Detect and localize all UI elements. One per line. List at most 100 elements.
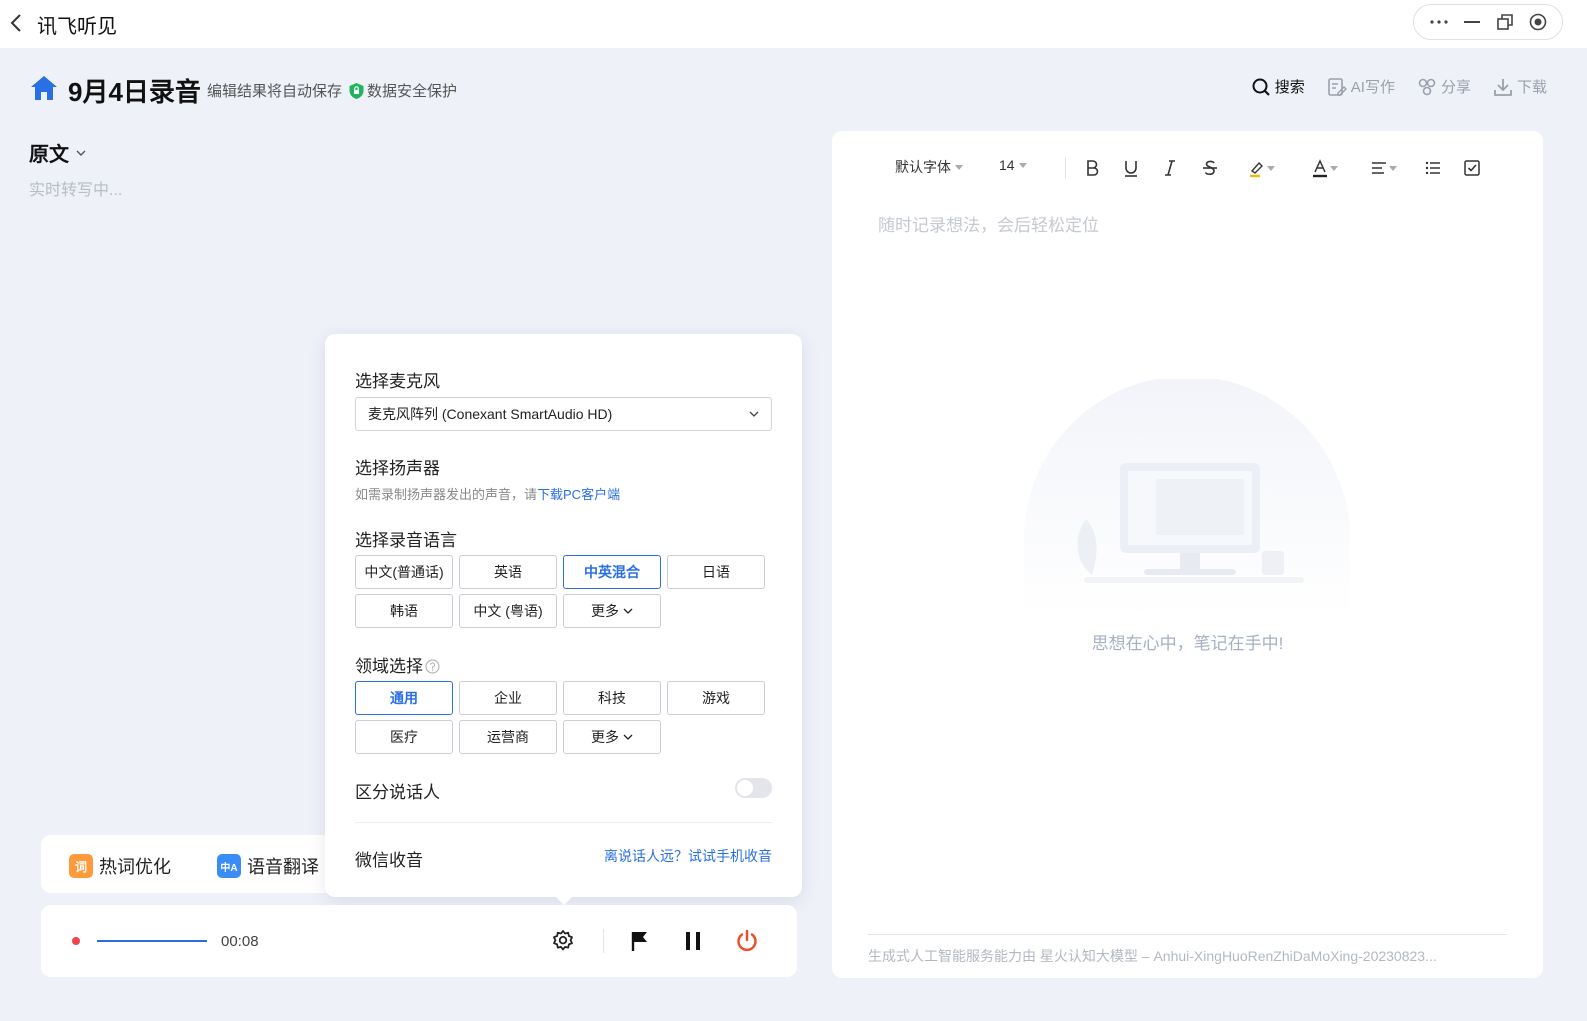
align-left-icon	[1372, 162, 1386, 174]
hotword-label: 热词优化	[99, 857, 171, 877]
app-title: 讯飞听见	[37, 16, 117, 38]
autosave-note: 编辑结果将自动保存	[207, 83, 343, 100]
speaker-separation-label: 区分说话人	[355, 783, 440, 802]
header-actions: 搜索 AI写作 分享 下载	[1251, 76, 1547, 97]
empty-notes-illustration	[1024, 379, 1350, 619]
domain-option-label: 运营商	[487, 729, 529, 745]
domain-option[interactable]: 科技	[563, 681, 661, 715]
mic-label: 选择麦克风	[355, 372, 440, 391]
bold-button[interactable]	[1077, 153, 1107, 183]
bullet-list-button[interactable]	[1418, 153, 1448, 183]
share-button[interactable]: 分享	[1417, 76, 1471, 97]
strikethrough-icon	[1203, 160, 1217, 175]
speaker-hint-text: 如需录制扬声器发出的声音，请	[355, 487, 538, 502]
download-button[interactable]: 下载	[1493, 76, 1547, 97]
domain-option-label: 科技	[598, 690, 626, 706]
settings-button[interactable]	[549, 927, 577, 955]
lang-option[interactable]: 中文 (粤语)	[459, 594, 557, 628]
caret-down-icon	[1330, 165, 1338, 171]
phone-recording-link[interactable]: 离说话人远？试试手机收音	[604, 846, 772, 866]
language-label: 选择录音语言	[355, 531, 457, 550]
mark-button[interactable]	[626, 927, 654, 955]
lang-option[interactable]: 中英混合	[563, 555, 661, 589]
pause-button[interactable]	[679, 927, 707, 955]
feature-bar: 词 热词优化 中A 语音翻译	[41, 835, 341, 893]
speaker-label: 选择扬声器	[355, 459, 440, 478]
mic-select[interactable]: 麦克风阵列 (Conexant SmartAudio HD)	[355, 397, 772, 431]
lang-option[interactable]: 日语	[667, 555, 765, 589]
recording-time: 00:08	[221, 933, 259, 950]
minimize-icon[interactable]	[1461, 11, 1483, 33]
strikethrough-button[interactable]	[1195, 153, 1225, 183]
view-mode-label: 原文	[29, 144, 69, 166]
align-button[interactable]	[1363, 153, 1403, 183]
document-title[interactable]: 9月4日录音	[68, 72, 201, 109]
model-attribution: 生成式人工智能服务能力由 星火认知大模型 – Anhui-XingHuoRenZ…	[868, 948, 1437, 964]
font-size-select[interactable]: 14	[999, 157, 1027, 173]
lang-option[interactable]: 中文(普通话)	[355, 555, 453, 589]
font-size-value: 14	[999, 157, 1015, 173]
help-icon[interactable]	[425, 659, 440, 674]
domain-option[interactable]: 运营商	[459, 720, 557, 754]
underline-icon	[1125, 161, 1137, 177]
domain-option[interactable]: 医疗	[355, 720, 453, 754]
home-icon[interactable]	[30, 74, 58, 102]
caret-down-icon	[1267, 165, 1275, 171]
checklist-button[interactable]	[1457, 153, 1487, 183]
lang-option-label: 中文(普通话)	[364, 564, 444, 580]
domain-option-label: 通用	[390, 690, 418, 706]
hotword-icon: 词	[69, 854, 93, 878]
underline-button[interactable]	[1116, 153, 1146, 183]
gear-icon	[553, 930, 573, 951]
divider	[868, 934, 1507, 935]
speaker-hint: 如需录制扬声器发出的声音，请下载PC客户端	[355, 484, 620, 503]
record-target-icon[interactable]	[1527, 11, 1549, 33]
view-mode-dropdown[interactable]: 原文	[29, 138, 87, 167]
download-icon	[1494, 78, 1512, 96]
mic-value: 麦克风阵列 (Conexant SmartAudio HD)	[368, 406, 613, 422]
separator	[603, 929, 604, 953]
more-icon[interactable]	[1428, 11, 1450, 33]
lang-more-button[interactable]: 更多	[563, 594, 661, 628]
search-button[interactable]: 搜索	[1251, 76, 1305, 97]
chevron-down-icon	[76, 150, 86, 156]
italic-button[interactable]	[1155, 153, 1185, 183]
flag-icon	[631, 932, 647, 951]
domain-option[interactable]: 通用	[355, 681, 453, 715]
domain-more-label: 更多	[591, 729, 619, 745]
font-family-select[interactable]: 默认字体	[895, 157, 963, 177]
domain-option-label: 游戏	[702, 690, 730, 706]
font-color-icon	[1313, 159, 1327, 178]
translate-icon: 中A	[217, 854, 241, 878]
font-color-button[interactable]	[1304, 153, 1344, 183]
window-controls	[1413, 4, 1563, 40]
lang-option[interactable]: 英语	[459, 555, 557, 589]
wechat-label: 微信收音	[355, 851, 423, 870]
hotword-button[interactable]: 词 热词优化	[69, 853, 171, 879]
highlight-button[interactable]	[1241, 153, 1281, 183]
lang-option-label: 日语	[702, 564, 730, 580]
highlighter-icon	[1250, 161, 1263, 178]
stop-button[interactable]	[733, 927, 761, 955]
power-icon	[737, 929, 757, 952]
notes-panel: 默认字体 14 随时记录想法，会后轻松定位 思想在心中，笔记在手中! 生成式人工…	[832, 131, 1543, 978]
lang-option[interactable]: 韩语	[355, 594, 453, 628]
title-bar: 讯飞听见	[0, 0, 1587, 48]
restore-icon[interactable]	[1494, 11, 1516, 33]
domain-more-button[interactable]: 更多	[563, 720, 661, 754]
recording-waveform	[97, 940, 207, 942]
search-icon	[1252, 78, 1270, 96]
notes-placeholder[interactable]: 随时记录想法，会后轻松定位	[878, 211, 1099, 236]
translate-button[interactable]: 中A 语音翻译	[217, 853, 319, 879]
speaker-separation-toggle[interactable]	[735, 778, 772, 798]
empty-notes-text: 思想在心中，笔记在手中!	[1091, 634, 1284, 653]
ai-write-button[interactable]: AI写作	[1327, 76, 1395, 97]
domain-option[interactable]: 企业	[459, 681, 557, 715]
caret-down-icon	[1018, 162, 1027, 168]
pause-icon	[686, 932, 700, 950]
domain-option[interactable]: 游戏	[667, 681, 765, 715]
bold-icon	[1087, 160, 1099, 176]
domain-label: 领域选择	[355, 657, 423, 676]
download-client-link[interactable]: 下载PC客户端	[537, 487, 620, 502]
back-icon[interactable]	[8, 12, 24, 34]
